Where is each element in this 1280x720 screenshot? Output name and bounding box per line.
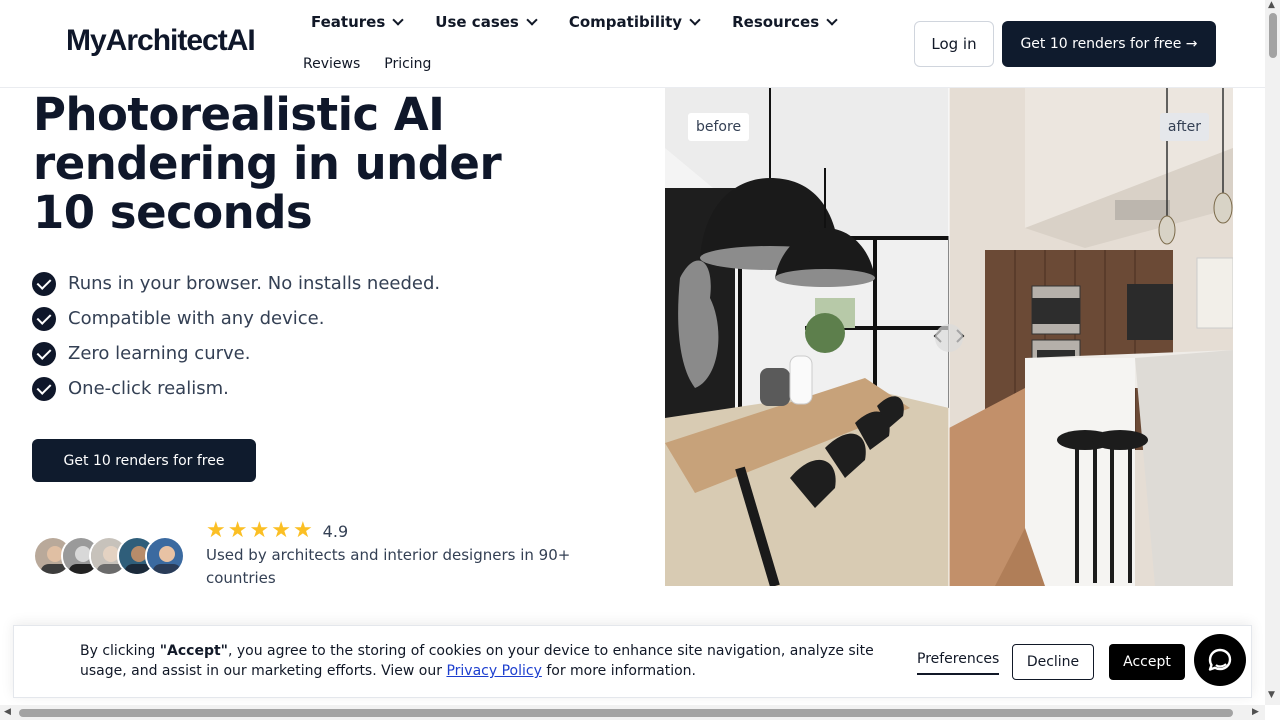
nav-compatibility-label: Compatibility (568, 13, 683, 31)
star-icon: ★ (206, 518, 226, 543)
nav-reviews[interactable]: Reviews (303, 56, 360, 72)
horizontal-scroll-thumb[interactable] (19, 709, 1233, 717)
star-icon: ★ (227, 518, 248, 543)
customer-avatars (33, 536, 185, 576)
rating-value: 4.9 (322, 521, 349, 541)
nav-features[interactable]: Features (311, 12, 404, 32)
nav-resources[interactable]: Resources (732, 12, 838, 32)
site-logo[interactable]: MyArchitectAI (66, 24, 256, 58)
feature-item: Zero learning curve. (32, 336, 440, 371)
site-header: MyArchitectAI Features Use cases Compati… (0, 0, 1265, 88)
feature-text: Runs in your browser. No installs needed… (68, 273, 441, 294)
nav-resources-label: Resources (732, 13, 820, 31)
vertical-scroll-thumb[interactable] (1269, 13, 1277, 58)
chat-bubble-icon (1208, 648, 1232, 671)
chevron-down-icon (526, 13, 538, 26)
hero-cta-button[interactable]: Get 10 renders for free (32, 439, 256, 482)
cookie-banner: By clicking "Accept", you agree to the s… (13, 625, 1252, 698)
nav-features-label: Features (311, 13, 386, 31)
after-label: after (1159, 113, 1209, 141)
feature-item: Runs in your browser. No installs needed… (32, 266, 440, 301)
star-icon: ★ (292, 518, 313, 543)
chat-launcher-button[interactable] (1194, 634, 1246, 686)
privacy-policy-link[interactable]: Privacy Policy (446, 663, 541, 679)
check-circle-icon (32, 376, 56, 401)
nav-use-cases[interactable]: Use cases (435, 12, 538, 32)
scroll-up-arrow-icon[interactable]: ▲ (1268, 0, 1275, 10)
star-icon: ★ (271, 518, 291, 543)
header-cta-button[interactable]: Get 10 renders for free → (1002, 21, 1216, 67)
check-circle-icon (32, 341, 56, 366)
nav-use-cases-label: Use cases (435, 13, 519, 31)
horizontal-scrollbar[interactable]: ◀ ▶ (0, 705, 1265, 720)
secondary-nav: Reviews Pricing (303, 56, 431, 72)
chevron-down-icon (689, 13, 701, 26)
star-icon: ★ (249, 518, 270, 543)
social-proof-text: Used by architects and interior designer… (206, 546, 571, 587)
nav-pricing[interactable]: Pricing (384, 56, 431, 72)
check-circle-icon (32, 271, 56, 296)
scroll-right-arrow-icon[interactable]: ▶ (1252, 707, 1259, 717)
vertical-scrollbar[interactable]: ▲ ▼ (1265, 0, 1280, 705)
chevron-down-icon (392, 13, 404, 26)
decline-button[interactable]: Decline (1012, 644, 1094, 680)
cookie-text-prefix: By clicking (80, 643, 160, 659)
cookie-message: By clicking "Accept", you agree to the s… (80, 641, 890, 681)
scroll-down-arrow-icon[interactable]: ▼ (1268, 690, 1275, 700)
hero-title-line-2: rendering in under (33, 137, 502, 190)
feature-item: One-click realism. (32, 371, 440, 406)
feature-text: Compatible with any device. (68, 308, 325, 329)
star-rating: ★ ★ ★ ★ ★ 4.9 (206, 520, 586, 542)
chevron-down-icon (826, 13, 838, 26)
hero-title-line-3: 10 seconds (33, 186, 313, 239)
scroll-left-arrow-icon[interactable]: ◀ (4, 707, 11, 717)
feature-list: Runs in your browser. No installs needed… (32, 266, 440, 406)
hero-title: Photorealistic AI rendering in under 10 … (33, 90, 553, 237)
feature-text: One-click realism. (68, 378, 229, 399)
feature-text: Zero learning curve. (68, 343, 251, 364)
slider-handle[interactable] (935, 324, 963, 352)
accept-button[interactable]: Accept (1109, 644, 1185, 680)
avatar (145, 536, 185, 576)
rating-block: ★ ★ ★ ★ ★ 4.9 Used by architects and int… (206, 520, 586, 590)
main-nav: Features Use cases Compatibility Resourc… (311, 12, 838, 32)
nav-compatibility[interactable]: Compatibility (568, 12, 701, 32)
preferences-button[interactable]: Preferences (917, 651, 1000, 675)
before-after-slider[interactable]: before after (665, 88, 1233, 586)
cookie-text-bold: "Accept" (159, 643, 228, 659)
check-circle-icon (32, 306, 56, 331)
before-label: before (688, 113, 750, 141)
cookie-text-suffix: for more information. (541, 663, 696, 679)
hero-title-line-1: Photorealistic AI (33, 88, 445, 141)
feature-item: Compatible with any device. (32, 301, 440, 336)
login-button[interactable]: Log in (914, 21, 994, 67)
